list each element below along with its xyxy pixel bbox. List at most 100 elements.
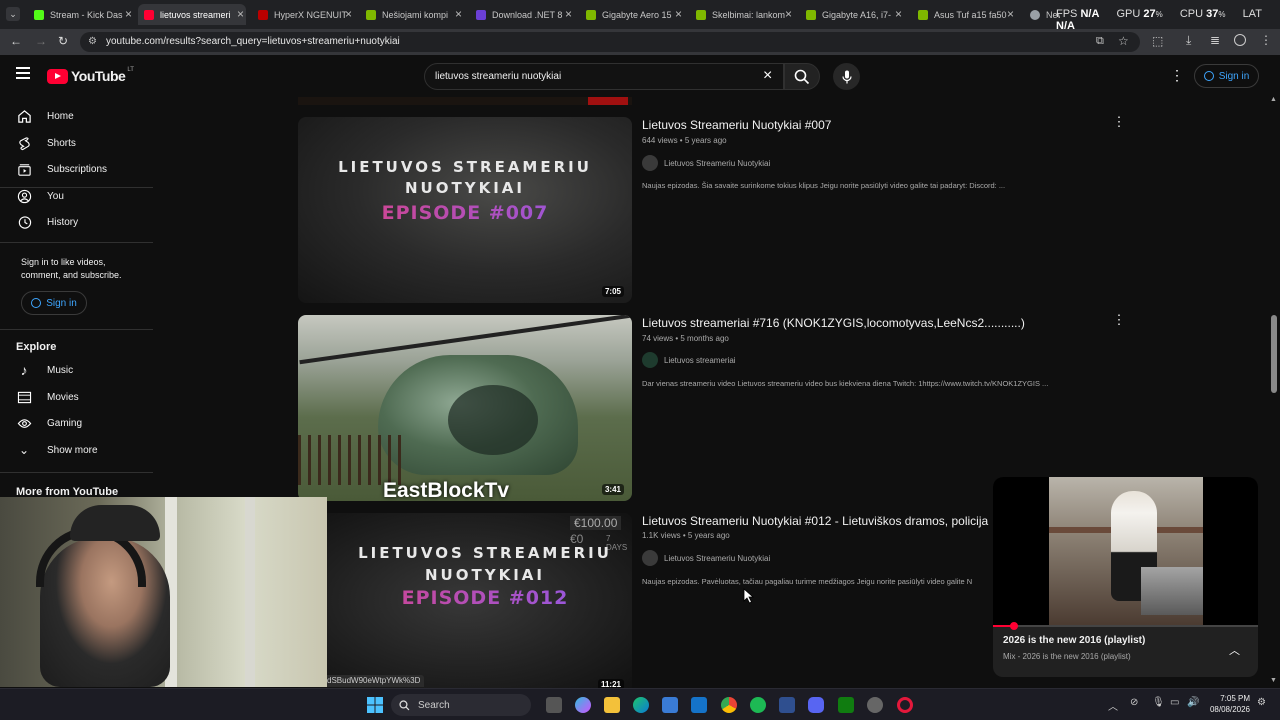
sidebar-item-subscriptions[interactable]: Subscriptions <box>0 156 150 182</box>
sidebar-item-history[interactable]: History <box>0 209 150 235</box>
volume-icon[interactable]: 🔊 <box>1187 697 1199 708</box>
browser-tab[interactable]: HyperX NGENUIT × <box>250 4 354 25</box>
browser-tab[interactable]: New Tab <box>1024 4 1060 25</box>
search-button[interactable] <box>784 63 820 90</box>
taskbar-search-box[interactable]: Search <box>391 694 531 716</box>
sidebar-item-movies[interactable]: Movies <box>0 384 150 410</box>
browser-tab[interactable]: Stream - Kick Das × <box>26 4 134 25</box>
miniplayer[interactable]: 2026 is the new 2016 (playlist) Mix - 20… <box>993 477 1258 677</box>
browser-tab-active[interactable]: lietuvos streameri × <box>138 4 246 25</box>
channel-link[interactable]: Lietuvos streameriai <box>642 352 736 368</box>
page-scrollbar[interactable]: ▲ ▼ <box>1268 96 1280 688</box>
duration-badge: 3:41 <box>601 484 624 495</box>
search-input[interactable]: lietuvos streameriu nuotykiai × <box>424 63 784 90</box>
store-icon[interactable] <box>662 697 678 713</box>
spotify-icon[interactable] <box>750 697 766 713</box>
xbox-app-icon[interactable] <box>838 697 854 713</box>
windows-start-icon[interactable] <box>367 697 383 713</box>
close-icon[interactable]: × <box>237 7 244 21</box>
channel-link[interactable]: Lietuvos Streameriu Nuotykiai <box>642 155 770 171</box>
profile-icon[interactable] <box>1234 34 1246 46</box>
task-view-icon[interactable] <box>546 697 562 713</box>
browser-tab[interactable]: Nešiojami kompi × <box>360 4 464 25</box>
settings-app-icon[interactable] <box>867 697 883 713</box>
voice-search-button[interactable] <box>833 63 860 90</box>
video-title-link[interactable]: Lietuvos streameriai #716 (KNOK1ZYGIS,lo… <box>642 316 1025 330</box>
edge-icon[interactable] <box>633 697 649 713</box>
browser-tab[interactable]: Download .NET 8 × <box>470 4 574 25</box>
channel-link[interactable]: Lietuvos Streameriu Nuotykiai <box>642 550 770 566</box>
previous-result-thumbnail[interactable] <box>298 97 632 105</box>
file-explorer-icon[interactable] <box>604 697 620 713</box>
notifications-icon[interactable]: ⚙ <box>1257 697 1266 708</box>
settings-kebab-icon[interactable]: ⋮ <box>1170 67 1184 84</box>
browser-tab[interactable]: Gigabyte Aero 15 × <box>580 4 684 25</box>
cpu-label: CPU <box>1179 8 1204 20</box>
close-icon[interactable]: × <box>1007 7 1014 21</box>
close-icon[interactable]: × <box>345 7 352 21</box>
video-actions-kebab-icon[interactable]: ⋮ <box>1112 114 1126 129</box>
miniplayer-scrubber[interactable] <box>1010 622 1019 630</box>
copilot-icon[interactable] <box>575 697 591 713</box>
header-sign-in-button[interactable]: Sign in <box>1194 64 1259 88</box>
extensions-icon[interactable]: ⬚ <box>1152 34 1163 48</box>
video-title-link[interactable]: Lietuvos Streameriu Nuotykiai #007 <box>642 118 831 132</box>
miniplayer-video[interactable] <box>993 477 1258 630</box>
sidebar-item-gaming[interactable]: Gaming <box>0 410 150 436</box>
sidebar-item-shorts[interactable]: Shorts <box>0 130 150 156</box>
opera-gx-icon[interactable] <box>897 697 913 713</box>
address-bar[interactable]: ⚙ youtube.com/results?search_query=lietu… <box>80 32 1140 52</box>
forward-icon[interactable]: → <box>35 34 47 48</box>
browser-menu-icon[interactable]: ⋮ <box>1260 33 1272 47</box>
taskbar-clock[interactable]: 7:05 PM 08/08/2026 <box>1206 694 1250 714</box>
sidebar-item-music[interactable]: ♪ Music <box>0 357 150 383</box>
tab-title: Gigabyte Aero 15 <box>602 9 672 20</box>
close-icon[interactable]: × <box>455 7 462 21</box>
video-thumbnail[interactable]: LIETUVOS STREAMERIU NUOTYKIAI EPISODE #0… <box>298 117 632 303</box>
install-app-icon[interactable]: ⧉ <box>1096 35 1104 48</box>
bookmark-star-icon[interactable]: ☆ <box>1118 34 1129 48</box>
back-icon[interactable]: ← <box>10 34 22 48</box>
youtube-logo[interactable]: YouTube LT <box>47 67 134 84</box>
site-info-icon[interactable]: ⚙ <box>88 36 97 47</box>
tab-title: HyperX NGENUIT <box>274 9 348 20</box>
reload-icon[interactable]: ↻ <box>58 34 68 48</box>
reading-list-icon[interactable]: ≣ <box>1210 33 1220 47</box>
miniplayer-title[interactable]: 2026 is the new 2016 (playlist) <box>1003 635 1145 646</box>
microphone-tray-icon[interactable]: 🎙 <box>1152 697 1165 708</box>
close-icon[interactable]: × <box>895 7 902 21</box>
network-icon[interactable]: ▭ <box>1170 697 1179 708</box>
close-icon[interactable]: × <box>675 7 682 21</box>
tray-overflow-chevron-icon[interactable]: ︿ <box>1108 698 1118 713</box>
discord-icon[interactable] <box>808 697 824 713</box>
chrome-icon[interactable] <box>721 697 737 713</box>
video-meta: 644 views • 5 years ago <box>642 136 727 145</box>
sidebar-item-home[interactable]: Home <box>0 103 150 129</box>
video-title-link[interactable]: Lietuvos Streameriu Nuotykiai #012 - Lie… <box>642 514 988 528</box>
expand-chevron-up-icon[interactable]: ︿ <box>1229 642 1240 658</box>
scroll-down-icon[interactable]: ▼ <box>1270 677 1277 684</box>
sidebar-item-you[interactable]: You <box>0 183 150 209</box>
camera-off-icon[interactable]: ⊘ <box>1130 697 1138 708</box>
sidebar-sign-in-button[interactable]: Sign in <box>21 291 87 315</box>
downloads-icon[interactable]: ⤓ <box>1186 33 1191 48</box>
sidebar-item-show-more[interactable]: ⌄ Show more <box>0 437 150 463</box>
game-launcher-icon[interactable] <box>779 697 795 713</box>
close-icon[interactable]: × <box>565 7 572 21</box>
miniplayer-progress-track[interactable] <box>993 622 1258 630</box>
browser-tab[interactable]: Asus Tuf a15 fa50 × <box>912 4 1016 25</box>
browser-tab[interactable]: Skelbimai: lankom × <box>690 4 794 25</box>
video-thumbnail[interactable]: €100.00 €0 7 DAYS LIETUVOS STREAMERIU NU… <box>298 513 632 688</box>
close-icon[interactable]: × <box>125 7 132 21</box>
scroll-up-icon[interactable]: ▲ <box>1270 96 1277 103</box>
tab-search-button[interactable]: ⌄ <box>6 7 20 21</box>
clear-search-icon[interactable]: × <box>763 67 772 85</box>
guide-menu-icon[interactable] <box>16 67 30 79</box>
video-thumbnail[interactable]: EastBlockTv 3:41 <box>298 315 632 501</box>
video-actions-kebab-icon[interactable]: ⋮ <box>1112 312 1126 327</box>
scrollbar-thumb[interactable] <box>1271 315 1277 393</box>
close-icon[interactable]: × <box>785 7 792 21</box>
thumbnail-title-text: LIETUVOS STREAMERIU <box>358 544 612 562</box>
outlook-icon[interactable] <box>691 697 707 713</box>
browser-tab[interactable]: Gigabyte A16, i7- × <box>800 4 904 25</box>
